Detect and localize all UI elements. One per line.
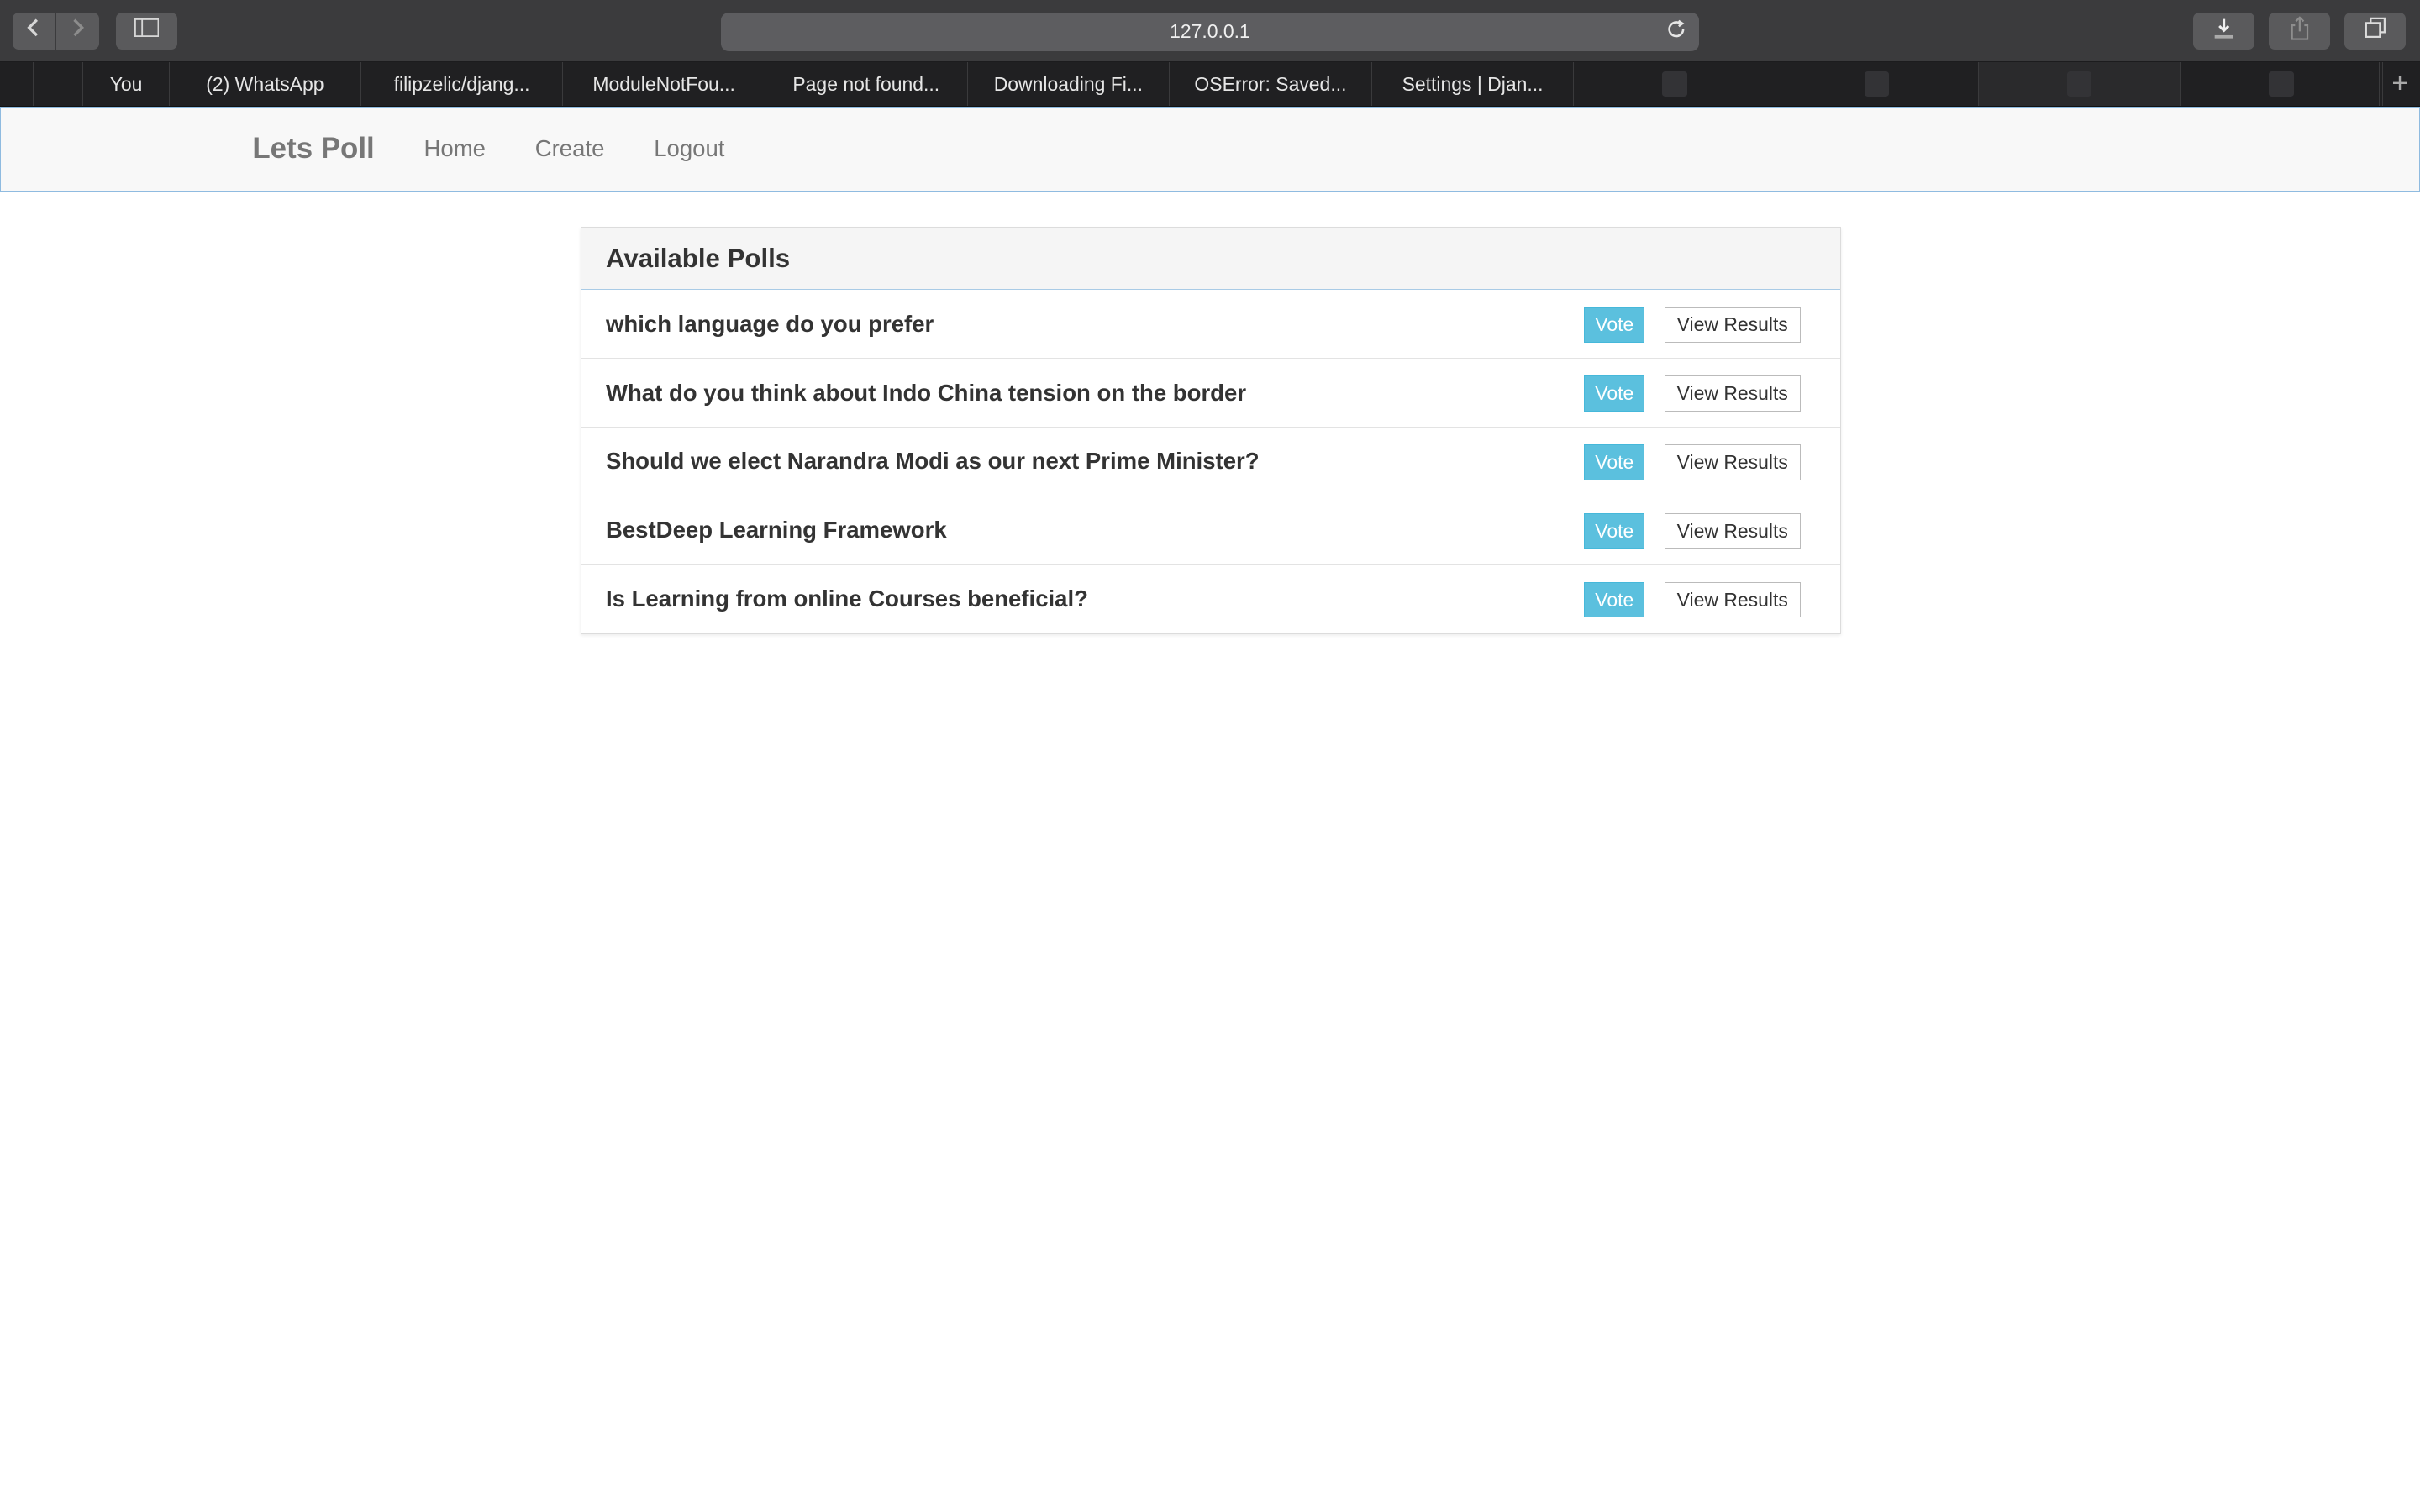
- browser-tab-label: (2) WhatsApp: [206, 72, 324, 95]
- poll-row: What do you think about Indo China tensi…: [581, 359, 1841, 428]
- tab-overview-button[interactable]: [2344, 12, 2407, 50]
- downloads-button[interactable]: [2192, 12, 2255, 50]
- reload-icon[interactable]: [1665, 18, 1687, 46]
- browser-tab[interactable]: You: [83, 62, 171, 106]
- view-results-button[interactable]: View Results: [1664, 581, 1801, 618]
- panel-title: Available Polls: [581, 227, 1841, 291]
- browser-tab-label: Downloading Fi...: [993, 72, 1143, 95]
- view-results-button[interactable]: View Results: [1664, 307, 1801, 343]
- favicon-icon: [2066, 71, 2091, 97]
- tabs-icon: [2365, 17, 2386, 45]
- browser-tab-label: OSError: Saved...: [1194, 72, 1347, 95]
- tab-bar: You (2) WhatsApp filipzelic/djang... Module…: [0, 62, 2420, 107]
- poll-question: Should we elect Narandra Modi as our nex…: [605, 448, 1260, 475]
- browser-tab[interactable]: [2181, 62, 2383, 106]
- poll-row: BestDeep Learning Framework Vote View Re…: [581, 496, 1841, 565]
- browser-tab[interactable]: [34, 62, 84, 106]
- sidebar-toggle-button[interactable]: [115, 12, 178, 50]
- browser-tab[interactable]: Downloading Fi...: [968, 62, 1171, 106]
- vote-button[interactable]: Vote: [1584, 375, 1645, 412]
- sidebar-icon: [134, 18, 160, 43]
- poll-question: Is Learning from online Courses benefici…: [605, 585, 1088, 612]
- vote-button[interactable]: Vote: [1584, 513, 1645, 549]
- browser-tab-label: Page not found...: [792, 72, 940, 95]
- plus-icon: +: [2391, 68, 2408, 100]
- chevron-right-icon: [70, 17, 85, 45]
- browser-toolbar: 127.0.0.1: [0, 0, 2420, 63]
- poll-row: Should we elect Narandra Modi as our nex…: [581, 428, 1841, 496]
- poll-row: Is Learning from online Courses benefici…: [581, 565, 1841, 633]
- site-navbar: Lets Poll Home Create Logout: [0, 106, 2420, 192]
- view-results-button[interactable]: View Results: [1664, 513, 1801, 549]
- browser-tab[interactable]: [1574, 62, 1776, 106]
- poll-question: which language do you prefer: [605, 310, 934, 337]
- polls-panel: Available Polls which language do you pr…: [580, 226, 1842, 634]
- share-button[interactable]: [2268, 12, 2331, 50]
- browser-tab[interactable]: [1978, 62, 2181, 106]
- address-bar[interactable]: 127.0.0.1: [720, 12, 1700, 51]
- browser-tab-label: filipzelic/djang...: [393, 72, 530, 95]
- browser-tab[interactable]: (2) WhatsApp: [170, 62, 361, 106]
- browser-tab[interactable]: ModuleNotFou...: [563, 62, 765, 106]
- history-nav: [12, 12, 99, 50]
- browser-tab[interactable]: Page not found...: [765, 62, 968, 106]
- nav-logout-link[interactable]: Logout: [654, 135, 724, 162]
- favicon-icon: [2269, 71, 2294, 97]
- browser-tab[interactable]: [0, 62, 34, 106]
- new-tab-button[interactable]: +: [2379, 62, 2420, 106]
- browser-tab[interactable]: [1776, 62, 1979, 106]
- poll-row: which language do you prefer Vote View R…: [581, 290, 1841, 360]
- url-text: 127.0.0.1: [1170, 20, 1250, 43]
- poll-question: What do you think about Indo China tensi…: [605, 379, 1247, 406]
- vote-button[interactable]: Vote: [1584, 444, 1645, 480]
- chevron-left-icon: [26, 17, 41, 45]
- browser-tab[interactable]: OSError: Saved...: [1170, 62, 1372, 106]
- browser-tab-label: ModuleNotFou...: [592, 72, 735, 95]
- back-button[interactable]: [12, 12, 56, 50]
- poll-question: BestDeep Learning Framework: [605, 517, 947, 543]
- browser-tab-label: Settings | Djan...: [1402, 72, 1544, 95]
- vote-button[interactable]: Vote: [1584, 307, 1645, 343]
- nav-create-link[interactable]: Create: [535, 135, 605, 162]
- browser-tab[interactable]: Settings | Djan...: [1372, 62, 1575, 106]
- browser-tab[interactable]: filipzelic/djang...: [361, 62, 564, 106]
- view-results-button[interactable]: View Results: [1664, 375, 1801, 412]
- brand-logo[interactable]: Lets Poll: [252, 132, 374, 165]
- favicon-icon: [1865, 71, 1890, 97]
- forward-button[interactable]: [55, 12, 99, 50]
- vote-button[interactable]: Vote: [1584, 581, 1645, 618]
- browser-tab-label: You: [109, 72, 143, 95]
- view-results-button[interactable]: View Results: [1664, 444, 1801, 480]
- download-icon: [2212, 16, 2236, 46]
- favicon-icon: [1662, 71, 1687, 97]
- share-icon: [2289, 15, 2311, 46]
- nav-home-link[interactable]: Home: [424, 135, 485, 162]
